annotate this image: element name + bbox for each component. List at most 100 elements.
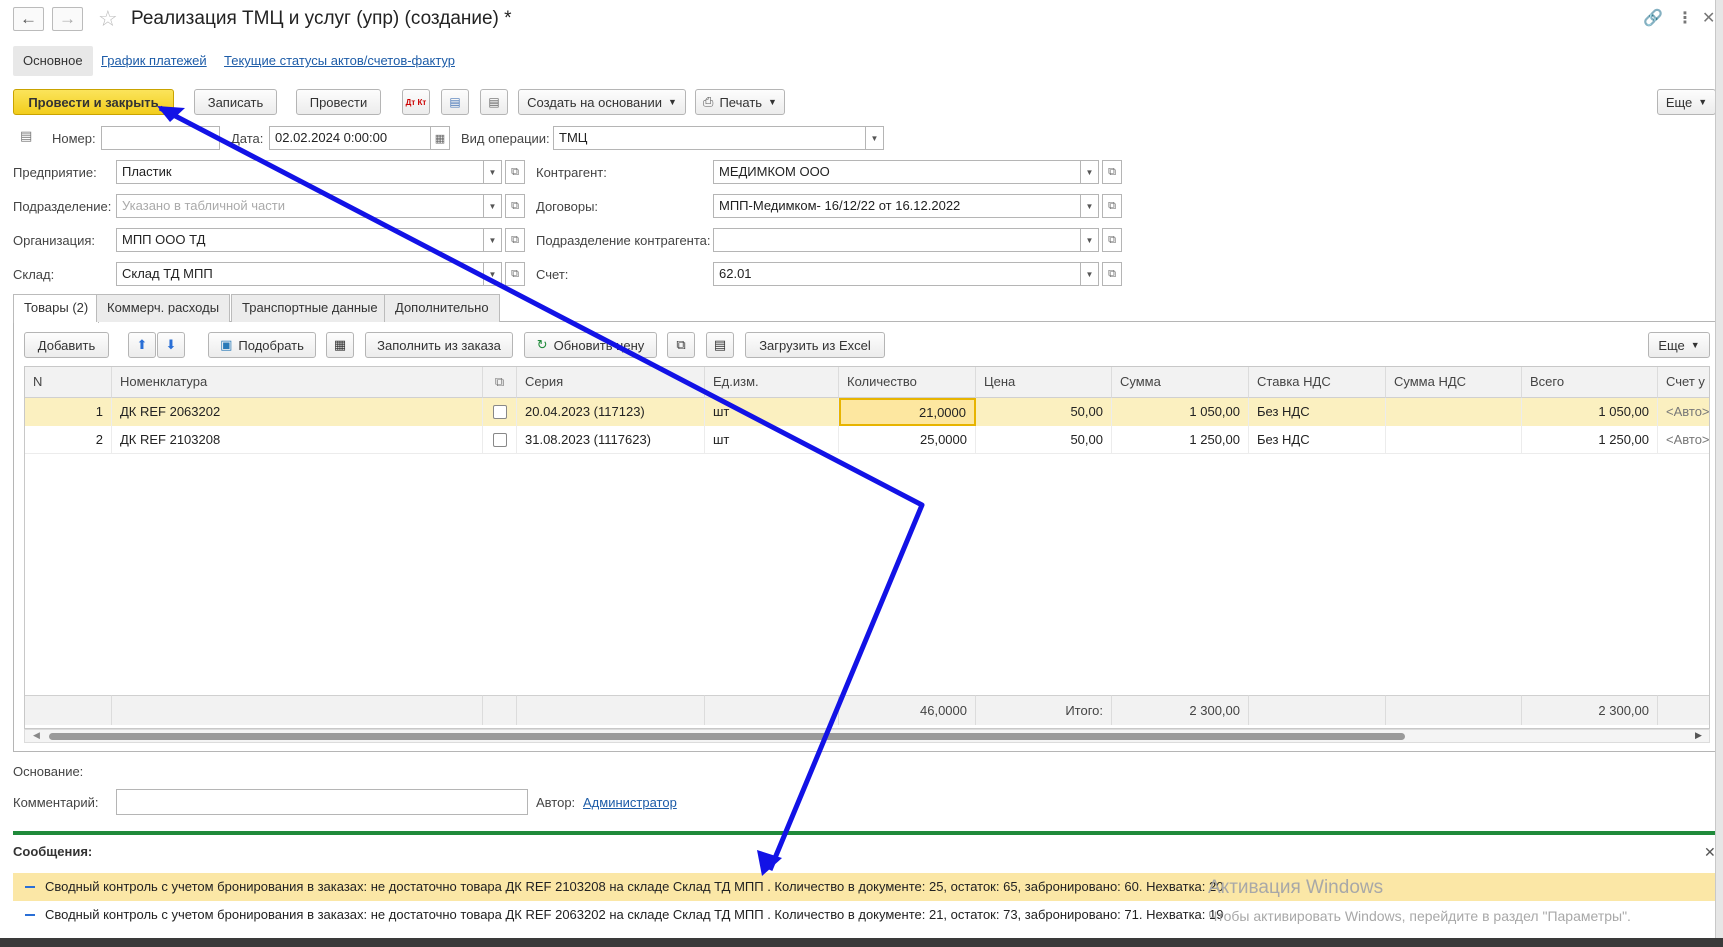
col-header-sum[interactable]: Сумма (1112, 367, 1249, 398)
cell-flag[interactable] (483, 398, 517, 426)
tab-transport-data[interactable]: Транспортные данные (231, 294, 389, 322)
fill-from-order-button[interactable]: Заполнить из заказа (365, 332, 513, 358)
cp-division-open-button[interactable]: ⧉ (1102, 228, 1122, 252)
more-button[interactable]: Еще ▼ (1657, 89, 1716, 115)
col-header-price[interactable]: Цена (976, 367, 1112, 398)
cp-division-field[interactable] (713, 228, 1081, 252)
cell-unit[interactable]: шт (705, 398, 839, 426)
contracts-open-button[interactable]: ⧉ (1102, 194, 1122, 218)
counterparty-field[interactable]: МЕДИМКОМ ООО (713, 160, 1081, 184)
warehouse-dropdown[interactable]: ▼ (484, 262, 502, 286)
save-button[interactable]: Записать (194, 89, 277, 115)
cell-account[interactable]: <Авто> (1658, 426, 1709, 454)
post-button[interactable]: Провести (296, 89, 381, 115)
tab-commercial-expenses[interactable]: Коммерч. расходы (96, 294, 231, 322)
cell-sum[interactable]: 1 250,00 (1112, 426, 1249, 454)
print-button[interactable]: ⎙ Печать ▼ (695, 89, 785, 115)
cp-division-dropdown[interactable]: ▼ (1081, 228, 1099, 252)
back-button[interactable]: ← (13, 7, 44, 31)
cell-unit[interactable]: шт (705, 426, 839, 454)
col-header-qty[interactable]: Количество (839, 367, 976, 398)
division-open-button[interactable]: ⧉ (505, 194, 525, 218)
organization-open-button[interactable]: ⧉ (505, 228, 525, 252)
counterparty-open-button[interactable]: ⧉ (1102, 160, 1122, 184)
enterprise-open-button[interactable]: ⧉ (505, 160, 525, 184)
division-field[interactable]: Указано в табличной части (116, 194, 484, 218)
comment-field[interactable] (116, 789, 528, 815)
col-header-vat-rate[interactable]: Ставка НДС (1249, 367, 1386, 398)
col-header-item[interactable]: Номенклатура (112, 367, 483, 398)
calendar-button[interactable]: ▦ (430, 126, 450, 150)
barcode-button[interactable]: ▦ (326, 332, 354, 358)
add-row-button[interactable]: Добавить (24, 332, 109, 358)
enterprise-dropdown[interactable]: ▼ (484, 160, 502, 184)
tab-act-statuses[interactable]: Текущие статусы актов/счетов-фактур (224, 46, 455, 76)
col-header-n[interactable]: N (25, 367, 112, 398)
cell-sum[interactable]: 1 050,00 (1112, 398, 1249, 426)
scroll-left-icon[interactable]: ◀ (33, 730, 40, 741)
post-and-close-button[interactable]: Провести и закрыть (13, 89, 174, 115)
col-header-account[interactable]: Счет у (1658, 367, 1709, 398)
warehouse-field[interactable]: Склад ТД МПП (116, 262, 484, 286)
row-checkbox[interactable] (492, 405, 507, 419)
warehouse-open-button[interactable]: ⧉ (505, 262, 525, 286)
cell-account[interactable]: <Авто> (1658, 398, 1709, 426)
contracts-field[interactable]: МПП-Медимком- 16/12/22 от 16.12.2022 (713, 194, 1081, 218)
tab-goods[interactable]: Товары (2) (13, 294, 100, 323)
cell-series[interactable]: 31.08.2023 (1117623) (517, 426, 705, 454)
scroll-right-icon[interactable]: ▶ (1695, 730, 1702, 741)
paste-button[interactable]: ▤ (706, 332, 734, 358)
cell-price[interactable]: 50,00 (976, 398, 1112, 426)
tab-main[interactable]: Основное (13, 46, 93, 76)
register-button[interactable]: ▤ (441, 89, 469, 115)
favorite-star-icon[interactable]: ☆ (98, 6, 118, 32)
create-based-button[interactable]: Создать на основании ▼ (518, 89, 686, 115)
horizontal-scrollbar[interactable]: ◀ ▶ (24, 729, 1710, 743)
operation-field[interactable]: ТМЦ (553, 126, 866, 150)
move-down-button[interactable]: ⬇ (157, 332, 185, 358)
copy-button[interactable]: ⧉ (667, 332, 695, 358)
pick-button[interactable]: ▣ Подобрать (208, 332, 316, 358)
organization-field[interactable]: МПП ООО ТД (116, 228, 484, 252)
organization-dropdown[interactable]: ▼ (484, 228, 502, 252)
cell-vat-sum[interactable] (1386, 426, 1522, 454)
move-up-button[interactable]: ⬆ (128, 332, 156, 358)
cell-vat-rate[interactable]: Без НДС (1249, 426, 1386, 454)
col-header-total[interactable]: Всего (1522, 367, 1658, 398)
close-icon[interactable]: ✕ (1702, 8, 1715, 28)
report-button[interactable]: ▤ (480, 89, 508, 115)
link-icon[interactable]: 🔗 (1643, 8, 1663, 28)
cell-total[interactable]: 1 050,00 (1522, 398, 1658, 426)
more-vertical-icon[interactable]: ⋮ (1677, 8, 1693, 28)
col-header-vat-sum[interactable]: Сумма НДС (1386, 367, 1522, 398)
col-header-series[interactable]: Серия (517, 367, 705, 398)
messages-close-icon[interactable]: ✕ (1704, 844, 1716, 861)
row-checkbox[interactable] (492, 433, 507, 447)
account-dropdown[interactable]: ▼ (1081, 262, 1099, 286)
cell-vat-sum[interactable] (1386, 398, 1522, 426)
table-more-button[interactable]: Еще ▼ (1648, 332, 1710, 358)
account-open-button[interactable]: ⧉ (1102, 262, 1122, 286)
cell-price[interactable]: 50,00 (976, 426, 1112, 454)
author-link[interactable]: Администратор (583, 795, 677, 810)
update-price-button[interactable]: ↻ Обновить цену (524, 332, 657, 358)
date-field[interactable]: 02.02.2024 0:00:00 (269, 126, 431, 150)
division-dropdown[interactable]: ▼ (484, 194, 502, 218)
cell-item[interactable]: ДК REF 2103208 (112, 426, 483, 454)
tab-additional[interactable]: Дополнительно (384, 294, 500, 322)
cell-flag[interactable] (483, 426, 517, 454)
cell-qty-active[interactable]: 21,0000 (839, 398, 976, 426)
enterprise-field[interactable]: Пластик (116, 160, 484, 184)
load-excel-button[interactable]: Загрузить из Excel (745, 332, 885, 358)
cell-series[interactable]: 20.04.2023 (117123) (517, 398, 705, 426)
message-item[interactable]: Сводный контроль с учетом бронирования в… (13, 873, 1716, 901)
number-field[interactable] (101, 126, 220, 150)
cell-total[interactable]: 1 250,00 (1522, 426, 1658, 454)
forward-button[interactable]: → (52, 7, 83, 31)
counterparty-dropdown[interactable]: ▼ (1081, 160, 1099, 184)
account-field[interactable]: 62.01 (713, 262, 1081, 286)
scrollbar-thumb[interactable] (49, 733, 1405, 740)
operation-dropdown[interactable]: ▼ (866, 126, 884, 150)
contracts-dropdown[interactable]: ▼ (1081, 194, 1099, 218)
dtkt-button[interactable]: Дт Кт (402, 89, 430, 115)
